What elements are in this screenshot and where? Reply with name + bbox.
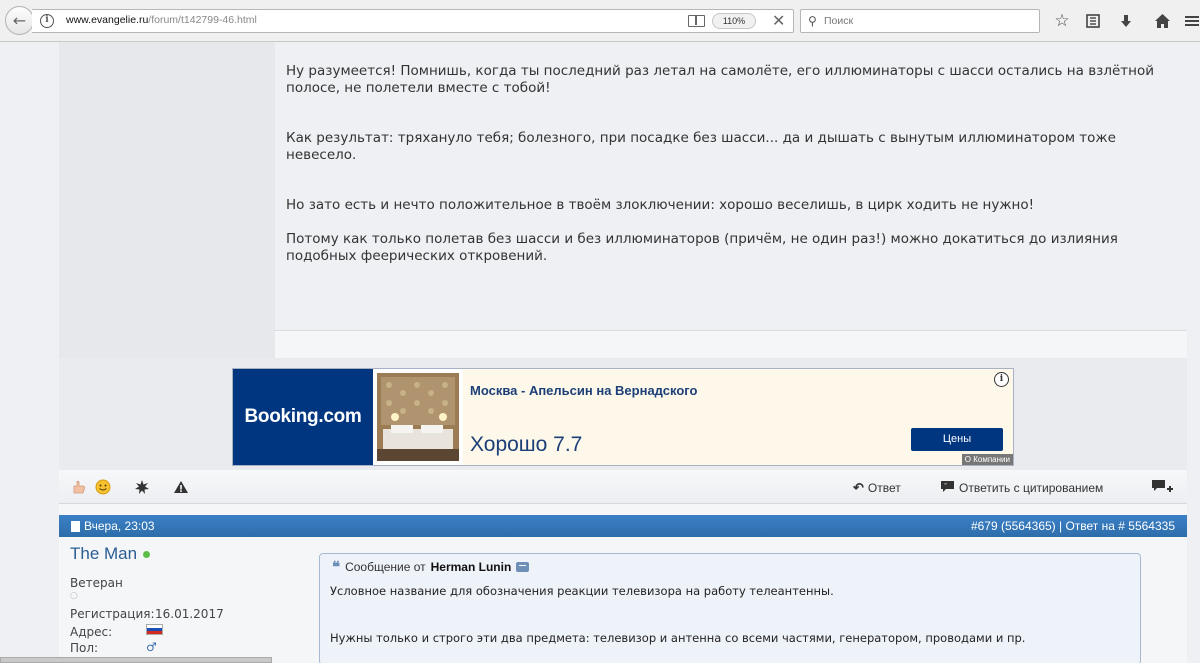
smiley-icon[interactable] <box>95 479 111 495</box>
russia-flag-icon <box>146 624 163 635</box>
prices-button[interactable]: Цены <box>911 428 1003 451</box>
svg-text:“: “ <box>944 483 947 490</box>
reply-quote-label: Ответить с цитированием <box>959 481 1104 495</box>
url-text[interactable]: www.evangelie.ru/forum/t142799-46.html <box>66 14 257 26</box>
ad-area: Booking.com Москва - Апельсин на Вернадс… <box>59 358 1187 470</box>
hotel-rating: Хорошо 7.7 <box>470 433 583 456</box>
ad-info-icon[interactable]: i <box>994 372 1009 387</box>
post-paragraph: Ну разумеется! Помнишь, когда ты последн… <box>286 63 1154 96</box>
back-button[interactable]: ← <box>5 6 34 35</box>
sex-label: Пол: <box>70 641 99 655</box>
post-number-link[interactable]: #679 (5564365) | Ответ на # 5564335 <box>971 519 1175 533</box>
home-icon[interactable] <box>1150 9 1174 33</box>
username-text: The Man <box>70 544 138 563</box>
search-icon: ⚲ <box>808 14 817 28</box>
reply-button[interactable]: ↶ Ответ <box>853 480 901 496</box>
post-previous: Ну разумеется! Помнишь, когда ты последн… <box>59 42 1187 358</box>
hotel-photo[interactable] <box>377 373 459 461</box>
post-date: Вчера, 23:03 <box>71 519 155 533</box>
hotel-title[interactable]: Москва - Апельсин на Вернадского <box>470 383 697 398</box>
star-burst-icon[interactable] <box>134 479 150 495</box>
menu-icon[interactable] <box>1180 9 1200 33</box>
search-placeholder: Поиск <box>824 15 854 27</box>
library-icon[interactable] <box>1081 9 1105 33</box>
quote-block: ❝ Сообщение от Herman Lunin Условное наз… <box>319 553 1141 663</box>
address-label: Адрес: <box>70 625 113 639</box>
post-current: The Man Ветеран ○ Регистрация: 16.01.201… <box>59 537 1187 663</box>
male-icon: ♂ <box>146 640 157 654</box>
post-actions-bar: ↶ Ответ “ Ответить с цитированием <box>59 470 1187 504</box>
page-content: Ну разумеется! Помнишь, когда ты последн… <box>0 42 1200 663</box>
reply-arrow-icon: ↶ <box>853 480 864 495</box>
quote-text-line: Условное название для обозначения реакци… <box>330 584 834 598</box>
registration-label: Регистрация: <box>70 607 155 621</box>
quote-mark-icon: ❝ <box>332 558 341 576</box>
post-paragraph: Но зато есть и нечто положительное в тво… <box>286 197 1035 213</box>
browser-toolbar: ← i www.evangelie.ru/forum/t142799-46.ht… <box>0 0 1200 42</box>
view-post-icon[interactable] <box>516 562 530 572</box>
quote-bubble-icon: “ <box>940 480 955 496</box>
quote-text-line: Нужны только и строго эти два предмета: … <box>330 631 1026 645</box>
url-path: /forum/t142799-46.html <box>148 14 257 26</box>
ad-content[interactable]: Москва - Апельсин на Вернадского Хорошо … <box>463 369 1013 465</box>
post-paragraph: Как результат: тряхануло тебя; болезного… <box>286 130 1116 163</box>
online-status-icon <box>143 550 151 558</box>
post-header: Вчера, 23:03 #679 (5564365) | Ответ на #… <box>59 515 1187 537</box>
quote-prefix: Сообщение от <box>345 560 426 574</box>
post-date-text: Вчера, 23:03 <box>84 519 155 533</box>
rank-icon: ○ <box>70 591 78 601</box>
about-company-link[interactable]: О Компании <box>961 454 1013 465</box>
booking-logo[interactable]: Booking.com <box>233 369 373 465</box>
horizontal-scrollbar[interactable] <box>0 657 272 663</box>
quote-author: Herman Lunin <box>430 560 512 574</box>
address-bar[interactable]: i www.evangelie.ru/forum/t142799-46.html… <box>32 9 794 33</box>
username-link[interactable]: The Man <box>70 544 151 564</box>
reader-view-icon[interactable] <box>688 15 705 27</box>
post-body: Ну разумеется! Помнишь, когда ты последн… <box>275 42 1187 331</box>
reply-label: Ответ <box>867 481 901 495</box>
post-paragraph: Потому как только полетав без шасси и бе… <box>286 231 1118 264</box>
reply-with-quote-button[interactable]: “ Ответить с цитированием <box>940 480 1103 496</box>
user-rank: Ветеран <box>70 576 123 590</box>
thanks-hand-icon[interactable] <box>71 479 87 495</box>
stop-icon[interactable]: ✕ <box>772 11 785 30</box>
search-bar[interactable]: ⚲ Поиск <box>800 9 1040 33</box>
document-icon <box>71 520 80 532</box>
bookmark-star-icon[interactable]: ☆ <box>1050 9 1074 33</box>
download-icon[interactable] <box>1114 9 1138 33</box>
info-icon[interactable]: i <box>40 14 54 28</box>
zoom-level[interactable]: 110% <box>712 13 756 29</box>
post-user-column <box>59 42 275 358</box>
multiquote-icon[interactable] <box>1151 479 1173 495</box>
forum-wrapper: Ну разумеется! Помнишь, когда ты последн… <box>59 42 1187 663</box>
booking-ad[interactable]: Booking.com Москва - Апельсин на Вернадс… <box>232 368 1014 466</box>
url-domain: www.evangelie.ru <box>66 14 149 26</box>
quote-header: ❝ Сообщение от Herman Lunin <box>332 558 530 576</box>
booking-logo-text: Booking.com <box>244 406 362 427</box>
report-warning-icon[interactable] <box>173 479 189 495</box>
registration-date: 16.01.2017 <box>155 607 224 621</box>
arrow-left-icon: ← <box>12 11 27 30</box>
